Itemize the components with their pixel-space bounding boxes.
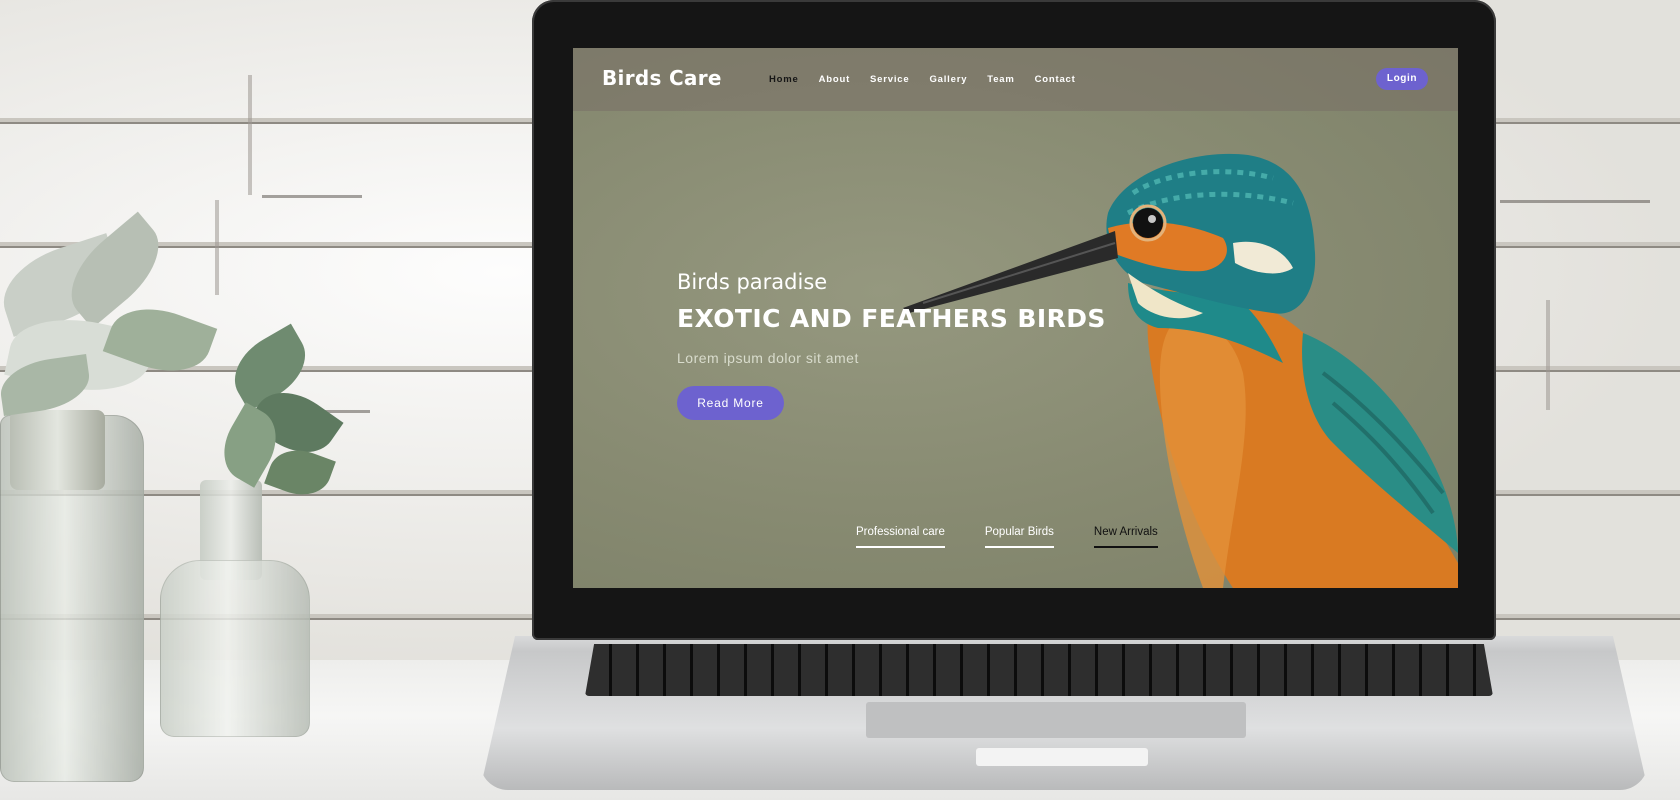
site-navbar: Birds Care Home About Service Gallery Te… bbox=[573, 48, 1458, 111]
laptop-screen-website: Birds Care Home About Service Gallery Te… bbox=[573, 48, 1458, 588]
glass-vase-small bbox=[160, 560, 310, 737]
nav-link-team[interactable]: Team bbox=[987, 74, 1014, 85]
nav-link-about[interactable]: About bbox=[819, 74, 850, 85]
wall-mortar bbox=[248, 75, 252, 195]
site-nav-links: Home About Service Gallery Team Contact bbox=[769, 74, 1096, 85]
glass-vase-neck bbox=[10, 410, 105, 490]
laptop-trackpad bbox=[866, 702, 1246, 738]
hero-subtitle: Lorem ipsum dolor sit amet bbox=[677, 350, 859, 366]
site-brand-logo[interactable]: Birds Care bbox=[602, 66, 722, 90]
nav-link-service[interactable]: Service bbox=[870, 74, 909, 85]
tab-professional-care[interactable]: Professional care bbox=[856, 526, 945, 548]
hero-kicker: Birds paradise bbox=[677, 270, 828, 294]
tab-new-arrivals[interactable]: New Arrivals bbox=[1093, 526, 1158, 548]
hero-tabs: Professional care Popular Birds New Arri… bbox=[856, 526, 1198, 548]
kingfisher-bird-image bbox=[903, 153, 1458, 588]
nav-link-gallery[interactable]: Gallery bbox=[929, 74, 967, 85]
wall-mortar bbox=[1546, 300, 1550, 410]
wall-crack bbox=[262, 195, 362, 198]
nav-link-home[interactable]: Home bbox=[769, 74, 799, 85]
nav-link-contact[interactable]: Contact bbox=[1035, 74, 1076, 85]
wall-mortar bbox=[215, 200, 219, 295]
laptop-front-notch bbox=[976, 748, 1148, 766]
login-button[interactable]: Login bbox=[1376, 68, 1428, 90]
wall-crack bbox=[1500, 200, 1650, 203]
tab-popular-birds[interactable]: Popular Birds bbox=[984, 526, 1054, 548]
laptop-keyboard bbox=[585, 644, 1493, 696]
read-more-button[interactable]: Read More bbox=[677, 386, 784, 420]
hero-title: EXOTIC AND FEATHERS BIRDS bbox=[677, 304, 1106, 333]
